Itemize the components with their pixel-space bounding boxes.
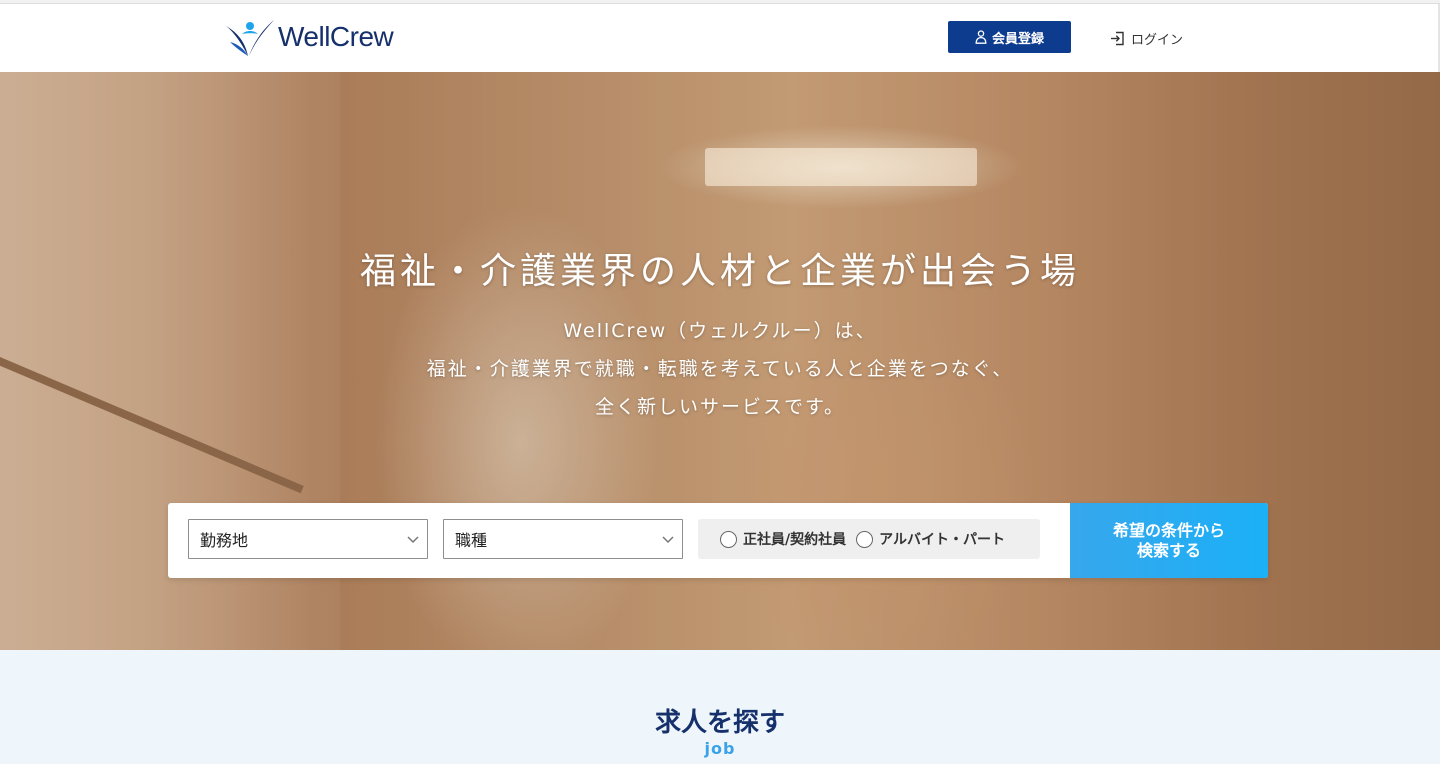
person-icon — [975, 30, 987, 44]
hero-banner: 福祉・介護業界の人材と企業が出会う場 WellCrew（ウェルクルー）は、 福祉… — [0, 72, 1440, 650]
section-subtitle: job — [704, 739, 736, 758]
hero-description-line: 全く新しいサービスです。 — [594, 396, 846, 418]
search-button-line: 希望の条件から — [1112, 520, 1225, 540]
register-button[interactable]: 会員登録 — [948, 21, 1071, 53]
radio-circle[interactable] — [720, 530, 737, 548]
login-link[interactable]: ログイン — [1110, 26, 1183, 50]
radio-parttime-label: アルバイト・パート — [879, 532, 1005, 548]
radio-parttime[interactable]: アルバイト・パート — [856, 529, 1005, 549]
hero-title: 福祉・介護業界の人材と企業が出会う場 — [359, 251, 1080, 292]
site-header: WellCrew 会員登録 ログイン — [0, 4, 1440, 72]
radio-circle[interactable] — [856, 530, 874, 548]
radio-fulltime[interactable]: 正社員/契約社員 — [720, 529, 846, 549]
hero-description: WellCrew（ウェルクルー）は、 福祉・介護業界で就職・転職を考えている人と… — [0, 312, 1440, 426]
login-icon — [1111, 31, 1124, 45]
hero-photo-ceiling-light — [705, 148, 977, 186]
job-type-select-value: 職種 — [455, 531, 488, 550]
area-select[interactable]: 勤務地 — [188, 519, 428, 559]
area-select-value: 勤務地 — [200, 531, 249, 550]
job-search-section: 求人を探す job — [0, 650, 1440, 764]
hero-description-line: 福祉・介護業界で就職・転職を考えている人と企業をつなぐ、 — [426, 358, 1014, 380]
logo-link[interactable]: WellCrew — [224, 14, 394, 60]
login-label: ログイン — [1131, 32, 1184, 48]
hero-description-line: WellCrew（ウェルクルー）は、 — [563, 320, 877, 342]
chevron-down-icon — [407, 536, 419, 544]
register-label: 会員登録 — [991, 31, 1044, 47]
employment-type-group: 正社員/契約社員 アルバイト・パート — [698, 519, 1040, 559]
search-button[interactable]: 希望の条件から 検索する — [1070, 503, 1268, 578]
chevron-down-icon — [662, 536, 674, 544]
job-type-select[interactable]: 職種 — [443, 519, 683, 559]
logo-mark-icon — [226, 20, 274, 56]
logo-text: WellCrew — [278, 21, 394, 52]
radio-fulltime-label: 正社員/契約社員 — [743, 532, 847, 548]
job-search-form: 勤務地 職種 正社員/契約社員 アルバイト・パート 希望の条件から 検索する — [168, 503, 1268, 578]
search-button-line: 検索する — [1136, 540, 1201, 560]
section-title: 求人を探す — [654, 708, 785, 738]
